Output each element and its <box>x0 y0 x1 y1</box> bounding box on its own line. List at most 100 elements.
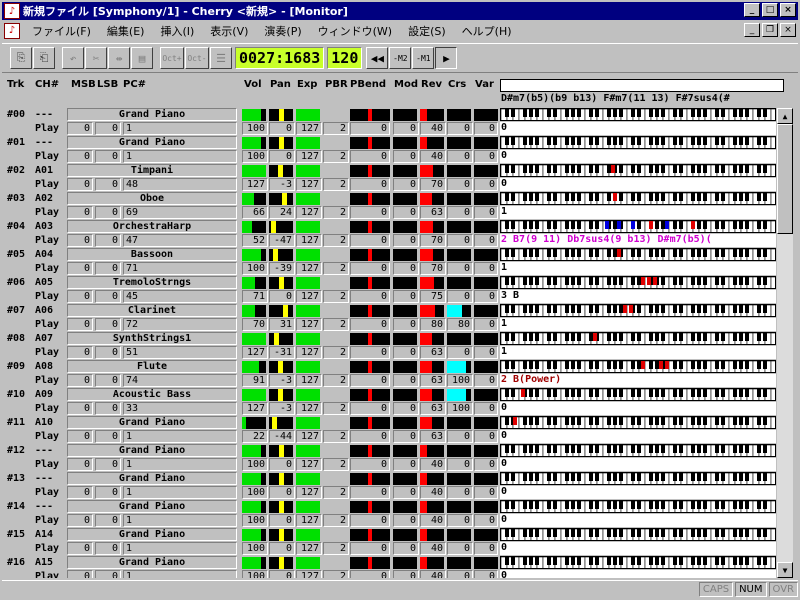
modulation-meter[interactable] <box>393 389 417 401</box>
modulation-value[interactable]: 0 <box>393 542 419 555</box>
volume-value[interactable]: 100 <box>242 514 268 527</box>
volume-value[interactable]: 66 <box>242 206 268 219</box>
track-channel[interactable]: A09 <box>35 389 53 400</box>
lsb-value[interactable]: 0 <box>95 234 121 247</box>
pitchbend-value[interactable]: 0 <box>350 402 390 415</box>
track-mode[interactable]: Play <box>35 179 59 190</box>
chorus-value[interactable]: 0 <box>447 122 473 135</box>
variation-value[interactable]: 0 <box>474 318 498 331</box>
pbr-value[interactable]: 2 <box>323 374 349 387</box>
pitchbend-meter[interactable] <box>350 109 390 121</box>
track-channel[interactable]: --- <box>35 501 53 512</box>
track-instrument[interactable]: Grand Piano <box>67 556 237 569</box>
variation-value[interactable]: 0 <box>474 262 498 275</box>
reverb-value[interactable]: 63 <box>420 374 446 387</box>
reverb-meter[interactable] <box>420 473 444 485</box>
variation-value[interactable]: 0 <box>474 542 498 555</box>
variation-value[interactable]: 0 <box>474 122 498 135</box>
chorus-value[interactable]: 80 <box>447 318 473 331</box>
pan-value[interactable]: -3 <box>269 178 295 191</box>
variation-value[interactable]: 0 <box>474 486 498 499</box>
program-value[interactable]: 1 <box>123 430 237 443</box>
chorus-meter[interactable] <box>447 277 471 289</box>
pan-value[interactable]: -47 <box>269 234 295 247</box>
pan-value[interactable]: -44 <box>269 430 295 443</box>
volume-meter[interactable] <box>242 221 266 233</box>
variation-meter[interactable] <box>474 389 498 401</box>
reverb-meter[interactable] <box>420 389 444 401</box>
expression-meter[interactable] <box>296 165 320 177</box>
program-value[interactable]: 48 <box>123 178 237 191</box>
maximize-icon[interactable]: □ <box>762 3 778 17</box>
lsb-value[interactable]: 0 <box>95 290 121 303</box>
volume-meter[interactable] <box>242 137 266 149</box>
reverb-value[interactable]: 63 <box>420 402 446 415</box>
chorus-meter[interactable] <box>447 249 471 261</box>
app-icon[interactable]: ♪ <box>4 3 20 19</box>
track-mode[interactable]: Play <box>35 487 59 498</box>
track-channel[interactable]: A15 <box>35 557 53 568</box>
menu-edit[interactable]: 編集(E) <box>99 23 153 39</box>
pan-value[interactable]: -39 <box>269 262 295 275</box>
volume-value[interactable]: 127 <box>242 402 268 415</box>
pan-meter[interactable] <box>269 389 293 401</box>
close-icon[interactable]: × <box>780 3 796 17</box>
msb-value[interactable]: 0 <box>67 122 93 135</box>
pbr-value[interactable]: 2 <box>323 178 349 191</box>
track-instrument[interactable]: OrchestraHarp <box>67 220 237 233</box>
pan-meter[interactable] <box>269 221 293 233</box>
msb-value[interactable]: 0 <box>67 318 93 331</box>
paste-icon[interactable]: ⎗ <box>33 47 55 69</box>
scroll-down-icon[interactable]: ▼ <box>777 562 793 578</box>
pan-meter[interactable] <box>269 361 293 373</box>
lsb-value[interactable]: 0 <box>95 122 121 135</box>
track-instrument[interactable]: TremoloStrngs <box>67 276 237 289</box>
track-row[interactable]: #06 A05 TremoloStrngs Play 0 0 45 71 0 1… <box>7 276 776 304</box>
expression-value[interactable]: 127 <box>296 402 322 415</box>
msb-value[interactable]: 0 <box>67 542 93 555</box>
volume-value[interactable]: 100 <box>242 262 268 275</box>
reverb-value[interactable]: 40 <box>420 122 446 135</box>
clipboard-icon[interactable]: ▤ <box>131 47 153 69</box>
expression-value[interactable]: 127 <box>296 178 322 191</box>
track-channel[interactable]: A08 <box>35 361 53 372</box>
variation-meter[interactable] <box>474 333 498 345</box>
modulation-meter[interactable] <box>393 529 417 541</box>
variation-value[interactable]: 0 <box>474 178 498 191</box>
chorus-value[interactable]: 0 <box>447 178 473 191</box>
expression-meter[interactable] <box>296 137 320 149</box>
volume-value[interactable]: 100 <box>242 122 268 135</box>
variation-meter[interactable] <box>474 277 498 289</box>
pan-meter[interactable] <box>269 305 293 317</box>
list-icon[interactable]: ☰ <box>210 47 232 69</box>
variation-value[interactable]: 0 <box>474 402 498 415</box>
variation-meter[interactable] <box>474 165 498 177</box>
expression-value[interactable]: 127 <box>296 458 322 471</box>
pan-meter[interactable] <box>269 417 293 429</box>
chorus-meter[interactable] <box>447 501 471 513</box>
program-value[interactable]: 33 <box>123 402 237 415</box>
volume-value[interactable]: 100 <box>242 486 268 499</box>
variation-value[interactable]: 0 <box>474 150 498 163</box>
pitchbend-meter[interactable] <box>350 361 390 373</box>
pitchbend-meter[interactable] <box>350 501 390 513</box>
pan-value[interactable]: 31 <box>269 318 295 331</box>
reverb-value[interactable]: 40 <box>420 542 446 555</box>
chorus-meter[interactable] <box>447 445 471 457</box>
lsb-value[interactable]: 0 <box>95 514 121 527</box>
msb-value[interactable]: 0 <box>67 570 93 578</box>
pitchbend-meter[interactable] <box>350 333 390 345</box>
track-mode[interactable]: Play <box>35 571 59 578</box>
volume-value[interactable]: 100 <box>242 570 268 578</box>
track-row[interactable]: #08 A07 SynthStrings1 Play 0 0 51 127 -3… <box>7 332 776 360</box>
pbr-value[interactable]: 2 <box>323 486 349 499</box>
reverb-meter[interactable] <box>420 277 444 289</box>
variation-meter[interactable] <box>474 221 498 233</box>
track-row[interactable]: #01 --- Grand Piano Play 0 0 1 100 0 127… <box>7 136 776 164</box>
volume-meter[interactable] <box>242 361 266 373</box>
reverb-value[interactable]: 70 <box>420 178 446 191</box>
pitchbend-value[interactable]: 0 <box>350 234 390 247</box>
pitchbend-meter[interactable] <box>350 445 390 457</box>
pan-meter[interactable] <box>269 557 293 569</box>
reverb-value[interactable]: 40 <box>420 514 446 527</box>
